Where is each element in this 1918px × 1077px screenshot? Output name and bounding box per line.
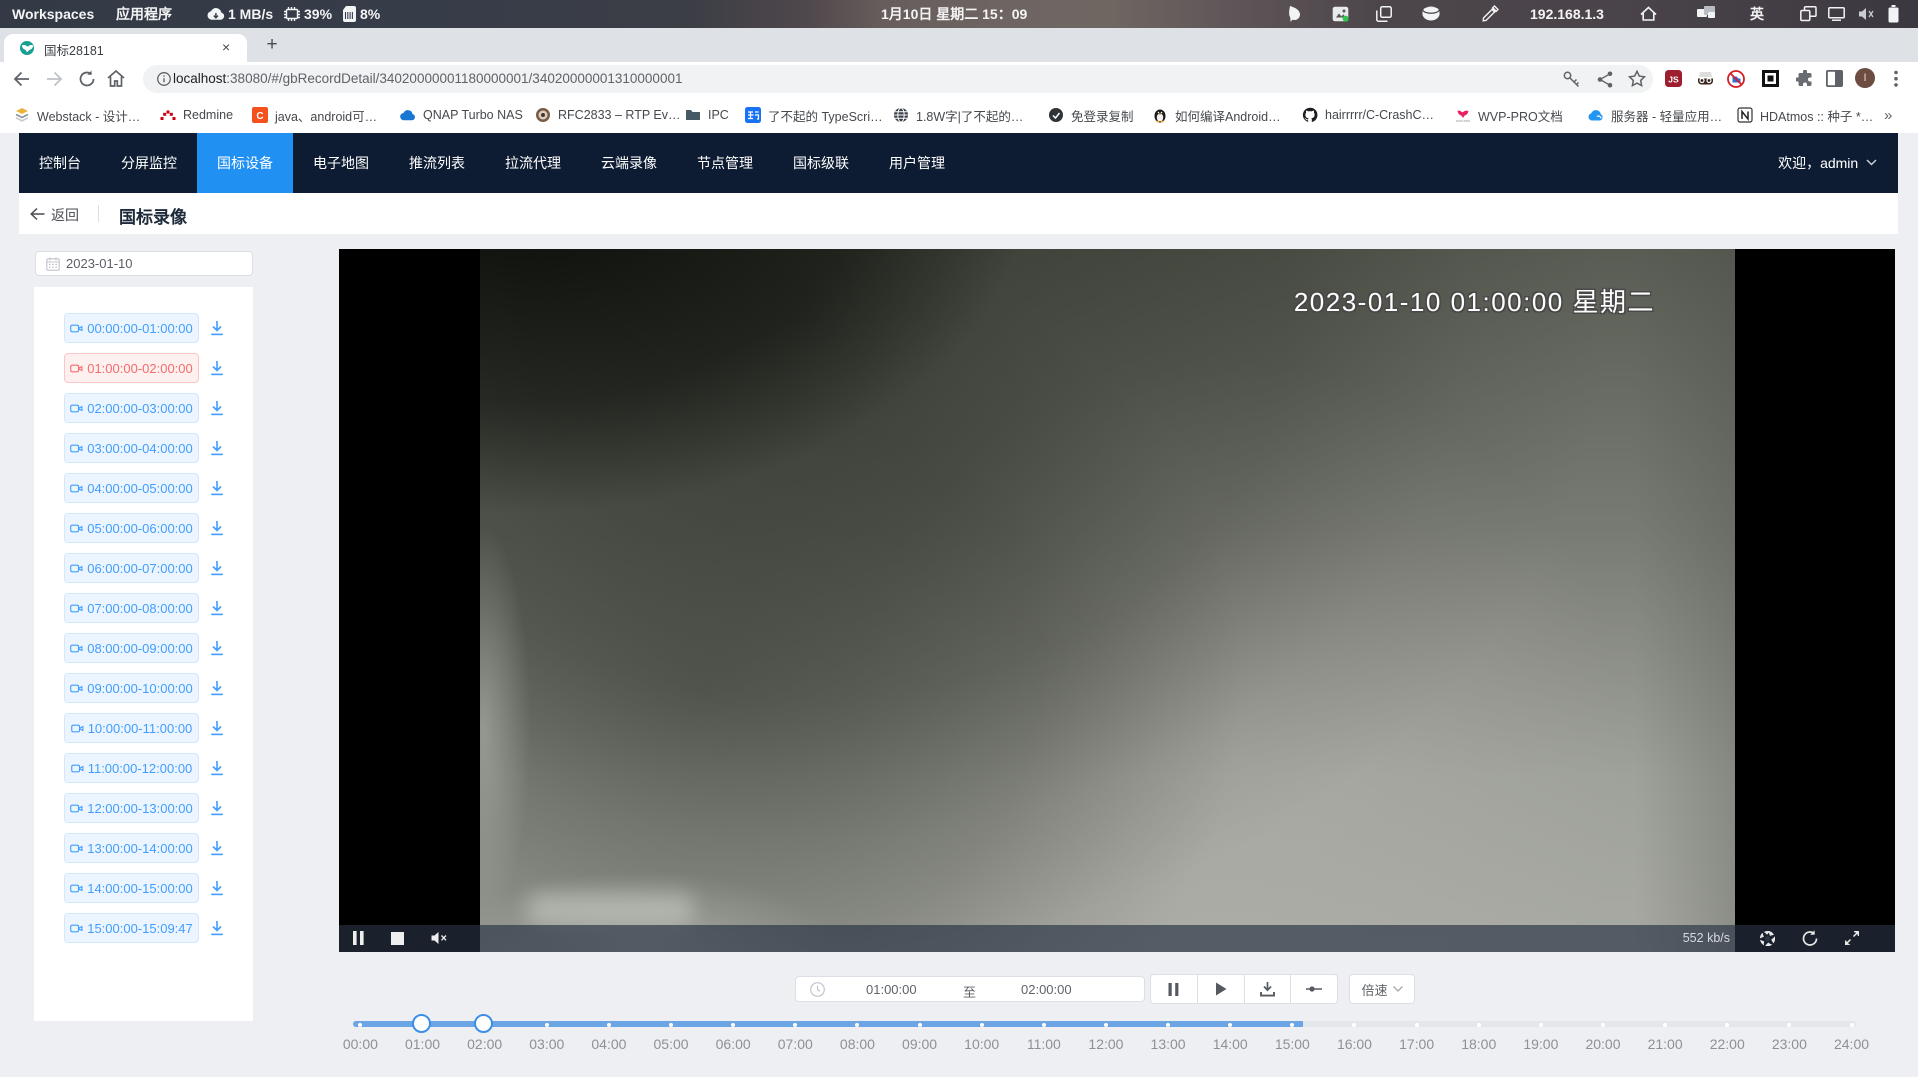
svg-text:JS: JS (1668, 75, 1679, 85)
svg-text:C: C (256, 111, 263, 122)
svg-text:WVP-PRO: WVP-PRO (1456, 119, 1471, 123)
